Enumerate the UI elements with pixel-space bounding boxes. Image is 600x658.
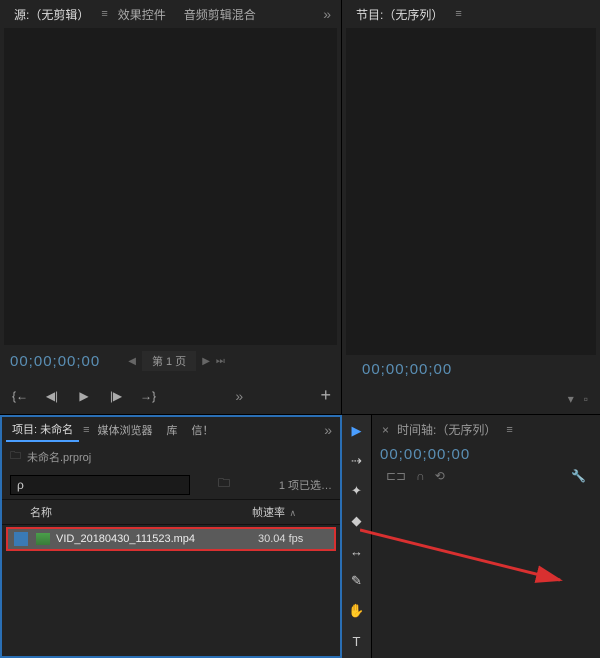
menu-icon[interactable]: ≡ <box>83 424 89 436</box>
timeline-panel: × 时间轴:（无序列） ≡ 00;00;00;00 ⊏⊐ ∩ ⟲ 🔧 <box>372 415 600 658</box>
tab-timeline[interactable]: 时间轴:（无序列） <box>397 421 496 438</box>
folder-icon[interactable]: 🗀 <box>218 474 230 495</box>
tab-program[interactable]: 节目:（无序列） <box>348 2 451 27</box>
project-file-header: 🗀 未命名.prproj <box>2 443 340 470</box>
mark-out-icon[interactable]: →} <box>138 389 158 403</box>
program-tab-bar: 节目:（无序列） ≡ <box>342 0 600 28</box>
tools-panel: ▶ ⇢ ✦ ◆ ↔ ✎ ✋ T <box>342 415 372 658</box>
settings-icon[interactable]: 🔧 <box>571 469 586 483</box>
play-icon[interactable]: ▶ <box>74 389 94 403</box>
column-header-row: 名称 帧速率 ∧ <box>2 499 340 525</box>
transport-overflow-icon[interactable]: » <box>231 388 247 404</box>
snap-icon[interactable]: ∩ <box>416 469 425 483</box>
program-panel: 节目:（无序列） ≡ 00;00;00;00 ▾ ▫ <box>342 0 600 414</box>
selection-tool-icon[interactable]: ▶ <box>347 421 367 441</box>
page-end-icon[interactable]: ⏭ <box>216 356 225 367</box>
project-panel: 项目: 未命名 ≡ 媒体浏览器 库 信！ » 🗀 未命名.prproj ρ 🗀 … <box>0 415 342 658</box>
page-label: 第 1 页 <box>142 351 196 371</box>
project-file-name: 未命名.prproj <box>27 449 91 465</box>
menu-icon[interactable]: ≡ <box>101 8 107 20</box>
menu-icon[interactable]: ≡ <box>455 8 461 20</box>
program-monitor[interactable] <box>346 28 596 355</box>
item-checkbox[interactable] <box>14 532 28 546</box>
selection-count: 1 项已选… <box>279 477 332 493</box>
project-tab-bar: 项目: 未命名 ≡ 媒体浏览器 库 信！ » <box>2 417 340 443</box>
overflow-icon[interactable]: » <box>320 422 336 438</box>
nest-icon[interactable]: ⊏⊐ <box>386 469 406 483</box>
export-frame-icon[interactable]: ▫ <box>584 392 588 406</box>
track-select-tool-icon[interactable]: ⇢ <box>347 451 367 471</box>
source-monitor[interactable] <box>4 28 337 345</box>
tab-effect-controls[interactable]: 效果控件 <box>110 2 174 27</box>
page-nav: ◀ 第 1 页 ▶ ⏭ <box>128 351 225 371</box>
source-tab-bar: 源:（无剪辑） ≡ 效果控件 音频剪辑混合 » <box>0 0 341 28</box>
tab-audio-mixer[interactable]: 音频剪辑混合 <box>176 2 264 27</box>
pen-tool-icon[interactable]: ✎ <box>347 571 367 591</box>
step-back-icon[interactable]: ◀| <box>42 389 62 403</box>
razor-tool-icon[interactable]: ◆ <box>347 511 367 531</box>
bin-icon: 🗀 <box>10 447 21 466</box>
timeline-controls: ⊏⊐ ∩ ⟲ 🔧 <box>372 465 600 487</box>
tab-project[interactable]: 项目: 未命名 <box>6 418 79 442</box>
sort-arrow-icon: ∧ <box>287 508 296 518</box>
column-name[interactable]: 名称 <box>10 504 252 520</box>
marker-icon[interactable]: ▾ <box>568 392 574 406</box>
column-fps[interactable]: 帧速率 ∧ <box>252 504 332 520</box>
search-input[interactable]: ρ <box>10 475 190 495</box>
slip-tool-icon[interactable]: ↔ <box>347 541 367 561</box>
type-tool-icon[interactable]: T <box>347 631 367 651</box>
source-panel: 源:（无剪辑） ≡ 效果控件 音频剪辑混合 » 00;00;00;00 ◀ 第 … <box>0 0 342 414</box>
close-icon[interactable]: × <box>382 423 389 437</box>
timeline-timecode[interactable]: 00;00;00;00 <box>372 444 600 465</box>
project-item-row[interactable]: VID_20180430_111523.mp4 30.04 fps <box>6 527 336 551</box>
ripple-tool-icon[interactable]: ✦ <box>347 481 367 501</box>
video-clip-icon <box>36 533 50 545</box>
item-name: VID_20180430_111523.mp4 <box>56 533 258 545</box>
source-transport: {← ◀| ▶ |▶ →} » + <box>0 377 341 414</box>
tab-info[interactable]: 信！ <box>186 419 220 441</box>
program-timecode[interactable]: 00;00;00;00 <box>362 361 452 378</box>
step-fwd-icon[interactable]: |▶ <box>106 389 126 403</box>
hand-tool-icon[interactable]: ✋ <box>347 601 367 621</box>
tab-library[interactable]: 库 <box>161 419 184 441</box>
link-icon[interactable]: ⟲ <box>435 469 445 483</box>
page-prev-icon[interactable]: ◀ <box>128 356 136 367</box>
mark-in-icon[interactable]: {← <box>10 389 30 403</box>
overflow-icon[interactable]: » <box>319 6 335 22</box>
tab-media-browser[interactable]: 媒体浏览器 <box>92 419 159 441</box>
source-timecode[interactable]: 00;00;00;00 <box>10 353 100 370</box>
page-next-icon[interactable]: ▶ <box>202 356 210 367</box>
add-button-icon[interactable]: + <box>320 385 331 406</box>
item-fps: 30.04 fps <box>258 533 328 545</box>
menu-icon[interactable]: ≡ <box>506 424 512 436</box>
tab-source[interactable]: 源:（无剪辑） <box>6 2 97 27</box>
